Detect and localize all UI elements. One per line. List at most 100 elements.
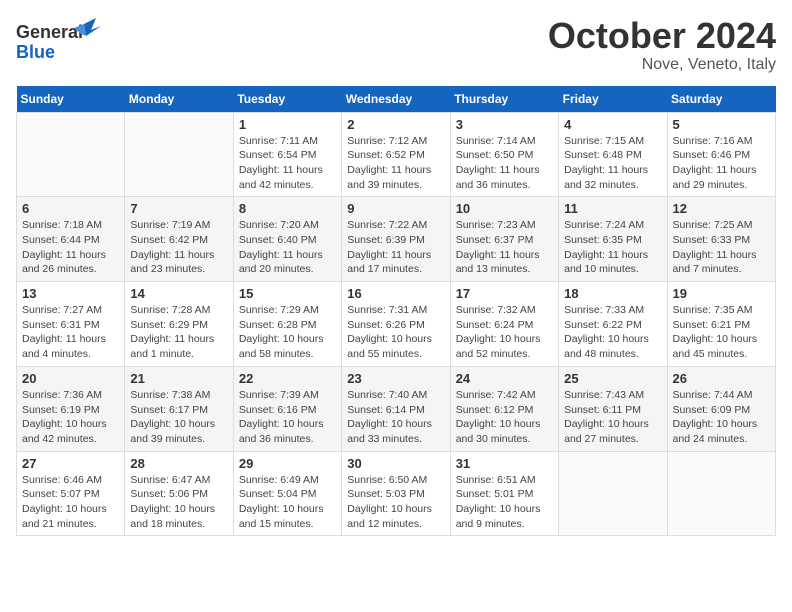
calendar-cell: 13 Sunrise: 7:27 AM Sunset: 6:31 PM Dayli… (17, 282, 125, 367)
day-info: Sunrise: 7:39 AM Sunset: 6:16 PM Dayligh… (239, 388, 336, 447)
calendar-cell: 6 Sunrise: 7:18 AM Sunset: 6:44 PM Daylig… (17, 197, 125, 282)
day-info: Sunrise: 7:18 AM Sunset: 6:44 PM Dayligh… (22, 218, 119, 277)
day-info: Sunrise: 7:31 AM Sunset: 6:26 PM Dayligh… (347, 303, 444, 362)
day-number: 2 (347, 117, 444, 132)
weekday-header: Sunday (17, 86, 125, 113)
day-number: 7 (130, 201, 227, 216)
calendar-cell: 20 Sunrise: 7:36 AM Sunset: 6:19 PM Dayli… (17, 366, 125, 451)
calendar-cell: 24 Sunrise: 7:42 AM Sunset: 6:12 PM Dayli… (450, 366, 558, 451)
day-number: 27 (22, 456, 119, 471)
calendar-cell: 16 Sunrise: 7:31 AM Sunset: 6:26 PM Dayli… (342, 282, 450, 367)
calendar-cell: 26Sunrise: 7:44 AM Sunset: 6:09 PM Dayli… (667, 366, 775, 451)
calendar-cell: 7 Sunrise: 7:19 AM Sunset: 6:42 PM Daylig… (125, 197, 233, 282)
weekday-header-row: SundayMondayTuesdayWednesdayThursdayFrid… (17, 86, 776, 113)
day-info: Sunrise: 7:42 AM Sunset: 6:12 PM Dayligh… (456, 388, 553, 447)
day-info: Sunrise: 6:50 AM Sunset: 5:03 PM Dayligh… (347, 473, 444, 532)
weekday-header: Saturday (667, 86, 775, 113)
weekday-header: Thursday (450, 86, 558, 113)
calendar-cell: 10 Sunrise: 7:23 AM Sunset: 6:37 PM Dayli… (450, 197, 558, 282)
day-number: 9 (347, 201, 444, 216)
day-number: 4 (564, 117, 661, 132)
calendar-cell: 19Sunrise: 7:35 AM Sunset: 6:21 PM Dayli… (667, 282, 775, 367)
day-info: Sunrise: 7:22 AM Sunset: 6:39 PM Dayligh… (347, 218, 444, 277)
calendar-cell: 27Sunrise: 6:46 AM Sunset: 5:07 PM Dayli… (17, 451, 125, 536)
svg-text:Blue: Blue (16, 42, 55, 62)
month-title: October 2024 (548, 16, 776, 56)
weekday-header: Wednesday (342, 86, 450, 113)
calendar-cell: 14Sunrise: 7:28 AM Sunset: 6:29 PM Dayli… (125, 282, 233, 367)
calendar-week-row: 20 Sunrise: 7:36 AM Sunset: 6:19 PM Dayli… (17, 366, 776, 451)
calendar-week-row: 13 Sunrise: 7:27 AM Sunset: 6:31 PM Dayli… (17, 282, 776, 367)
day-number: 25 (564, 371, 661, 386)
calendar-cell: 28 Sunrise: 6:47 AM Sunset: 5:06 PM Dayli… (125, 451, 233, 536)
calendar-cell: 18Sunrise: 7:33 AM Sunset: 6:22 PM Dayli… (559, 282, 667, 367)
day-number: 21 (130, 371, 227, 386)
calendar-cell (559, 451, 667, 536)
calendar-cell: 21 Sunrise: 7:38 AM Sunset: 6:17 PM Dayli… (125, 366, 233, 451)
logo: General Blue (16, 16, 106, 73)
day-number: 14 (130, 286, 227, 301)
day-info: Sunrise: 7:36 AM Sunset: 6:19 PM Dayligh… (22, 388, 119, 447)
day-number: 13 (22, 286, 119, 301)
day-number: 1 (239, 117, 336, 132)
calendar-cell (667, 451, 775, 536)
calendar-week-row: 6 Sunrise: 7:18 AM Sunset: 6:44 PM Daylig… (17, 197, 776, 282)
calendar-cell (17, 112, 125, 197)
location-title: Nove, Veneto, Italy (548, 56, 776, 74)
calendar-cell: 4 Sunrise: 7:15 AM Sunset: 6:48 PM Daylig… (559, 112, 667, 197)
day-info: Sunrise: 7:27 AM Sunset: 6:31 PM Dayligh… (22, 303, 119, 362)
day-number: 29 (239, 456, 336, 471)
calendar-cell: 31 Sunrise: 6:51 AM Sunset: 5:01 PM Dayli… (450, 451, 558, 536)
calendar-cell: 11Sunrise: 7:24 AM Sunset: 6:35 PM Dayli… (559, 197, 667, 282)
day-info: Sunrise: 7:14 AM Sunset: 6:50 PM Dayligh… (456, 134, 553, 193)
day-number: 17 (456, 286, 553, 301)
day-number: 12 (673, 201, 770, 216)
day-number: 5 (673, 117, 770, 132)
day-number: 19 (673, 286, 770, 301)
calendar-week-row: 27Sunrise: 6:46 AM Sunset: 5:07 PM Dayli… (17, 451, 776, 536)
day-info: Sunrise: 7:16 AM Sunset: 6:46 PM Dayligh… (673, 134, 770, 193)
day-number: 10 (456, 201, 553, 216)
logo-text: General Blue (16, 16, 106, 73)
day-info: Sunrise: 7:38 AM Sunset: 6:17 PM Dayligh… (130, 388, 227, 447)
calendar-cell: 5 Sunrise: 7:16 AM Sunset: 6:46 PM Daylig… (667, 112, 775, 197)
day-number: 16 (347, 286, 444, 301)
calendar-cell: 2Sunrise: 7:12 AM Sunset: 6:52 PM Daylig… (342, 112, 450, 197)
day-number: 3 (456, 117, 553, 132)
day-number: 8 (239, 201, 336, 216)
calendar-cell: 15Sunrise: 7:29 AM Sunset: 6:28 PM Dayli… (233, 282, 341, 367)
day-info: Sunrise: 7:23 AM Sunset: 6:37 PM Dayligh… (456, 218, 553, 277)
calendar-week-row: 1 Sunrise: 7:11 AM Sunset: 6:54 PM Daylig… (17, 112, 776, 197)
day-info: Sunrise: 7:15 AM Sunset: 6:48 PM Dayligh… (564, 134, 661, 193)
day-info: Sunrise: 6:47 AM Sunset: 5:06 PM Dayligh… (130, 473, 227, 532)
calendar-cell: 22Sunrise: 7:39 AM Sunset: 6:16 PM Dayli… (233, 366, 341, 451)
calendar-cell: 25Sunrise: 7:43 AM Sunset: 6:11 PM Dayli… (559, 366, 667, 451)
day-info: Sunrise: 7:25 AM Sunset: 6:33 PM Dayligh… (673, 218, 770, 277)
calendar-cell: 9 Sunrise: 7:22 AM Sunset: 6:39 PM Daylig… (342, 197, 450, 282)
day-info: Sunrise: 7:32 AM Sunset: 6:24 PM Dayligh… (456, 303, 553, 362)
calendar-cell: 12 Sunrise: 7:25 AM Sunset: 6:33 PM Dayli… (667, 197, 775, 282)
day-info: Sunrise: 7:33 AM Sunset: 6:22 PM Dayligh… (564, 303, 661, 362)
weekday-header: Friday (559, 86, 667, 113)
day-number: 31 (456, 456, 553, 471)
weekday-header: Tuesday (233, 86, 341, 113)
weekday-header: Monday (125, 86, 233, 113)
day-number: 24 (456, 371, 553, 386)
day-info: Sunrise: 7:19 AM Sunset: 6:42 PM Dayligh… (130, 218, 227, 277)
day-number: 20 (22, 371, 119, 386)
day-info: Sunrise: 6:51 AM Sunset: 5:01 PM Dayligh… (456, 473, 553, 532)
day-info: Sunrise: 7:11 AM Sunset: 6:54 PM Dayligh… (239, 134, 336, 193)
day-info: Sunrise: 6:49 AM Sunset: 5:04 PM Dayligh… (239, 473, 336, 532)
calendar-cell: 1 Sunrise: 7:11 AM Sunset: 6:54 PM Daylig… (233, 112, 341, 197)
day-number: 6 (22, 201, 119, 216)
day-number: 28 (130, 456, 227, 471)
calendar-cell (125, 112, 233, 197)
day-info: Sunrise: 7:40 AM Sunset: 6:14 PM Dayligh… (347, 388, 444, 447)
day-number: 30 (347, 456, 444, 471)
calendar-cell: 23Sunrise: 7:40 AM Sunset: 6:14 PM Dayli… (342, 366, 450, 451)
calendar-cell: 17 Sunrise: 7:32 AM Sunset: 6:24 PM Dayli… (450, 282, 558, 367)
day-number: 26 (673, 371, 770, 386)
calendar-cell: 30 Sunrise: 6:50 AM Sunset: 5:03 PM Dayli… (342, 451, 450, 536)
calendar-cell: 29 Sunrise: 6:49 AM Sunset: 5:04 PM Dayli… (233, 451, 341, 536)
day-number: 11 (564, 201, 661, 216)
